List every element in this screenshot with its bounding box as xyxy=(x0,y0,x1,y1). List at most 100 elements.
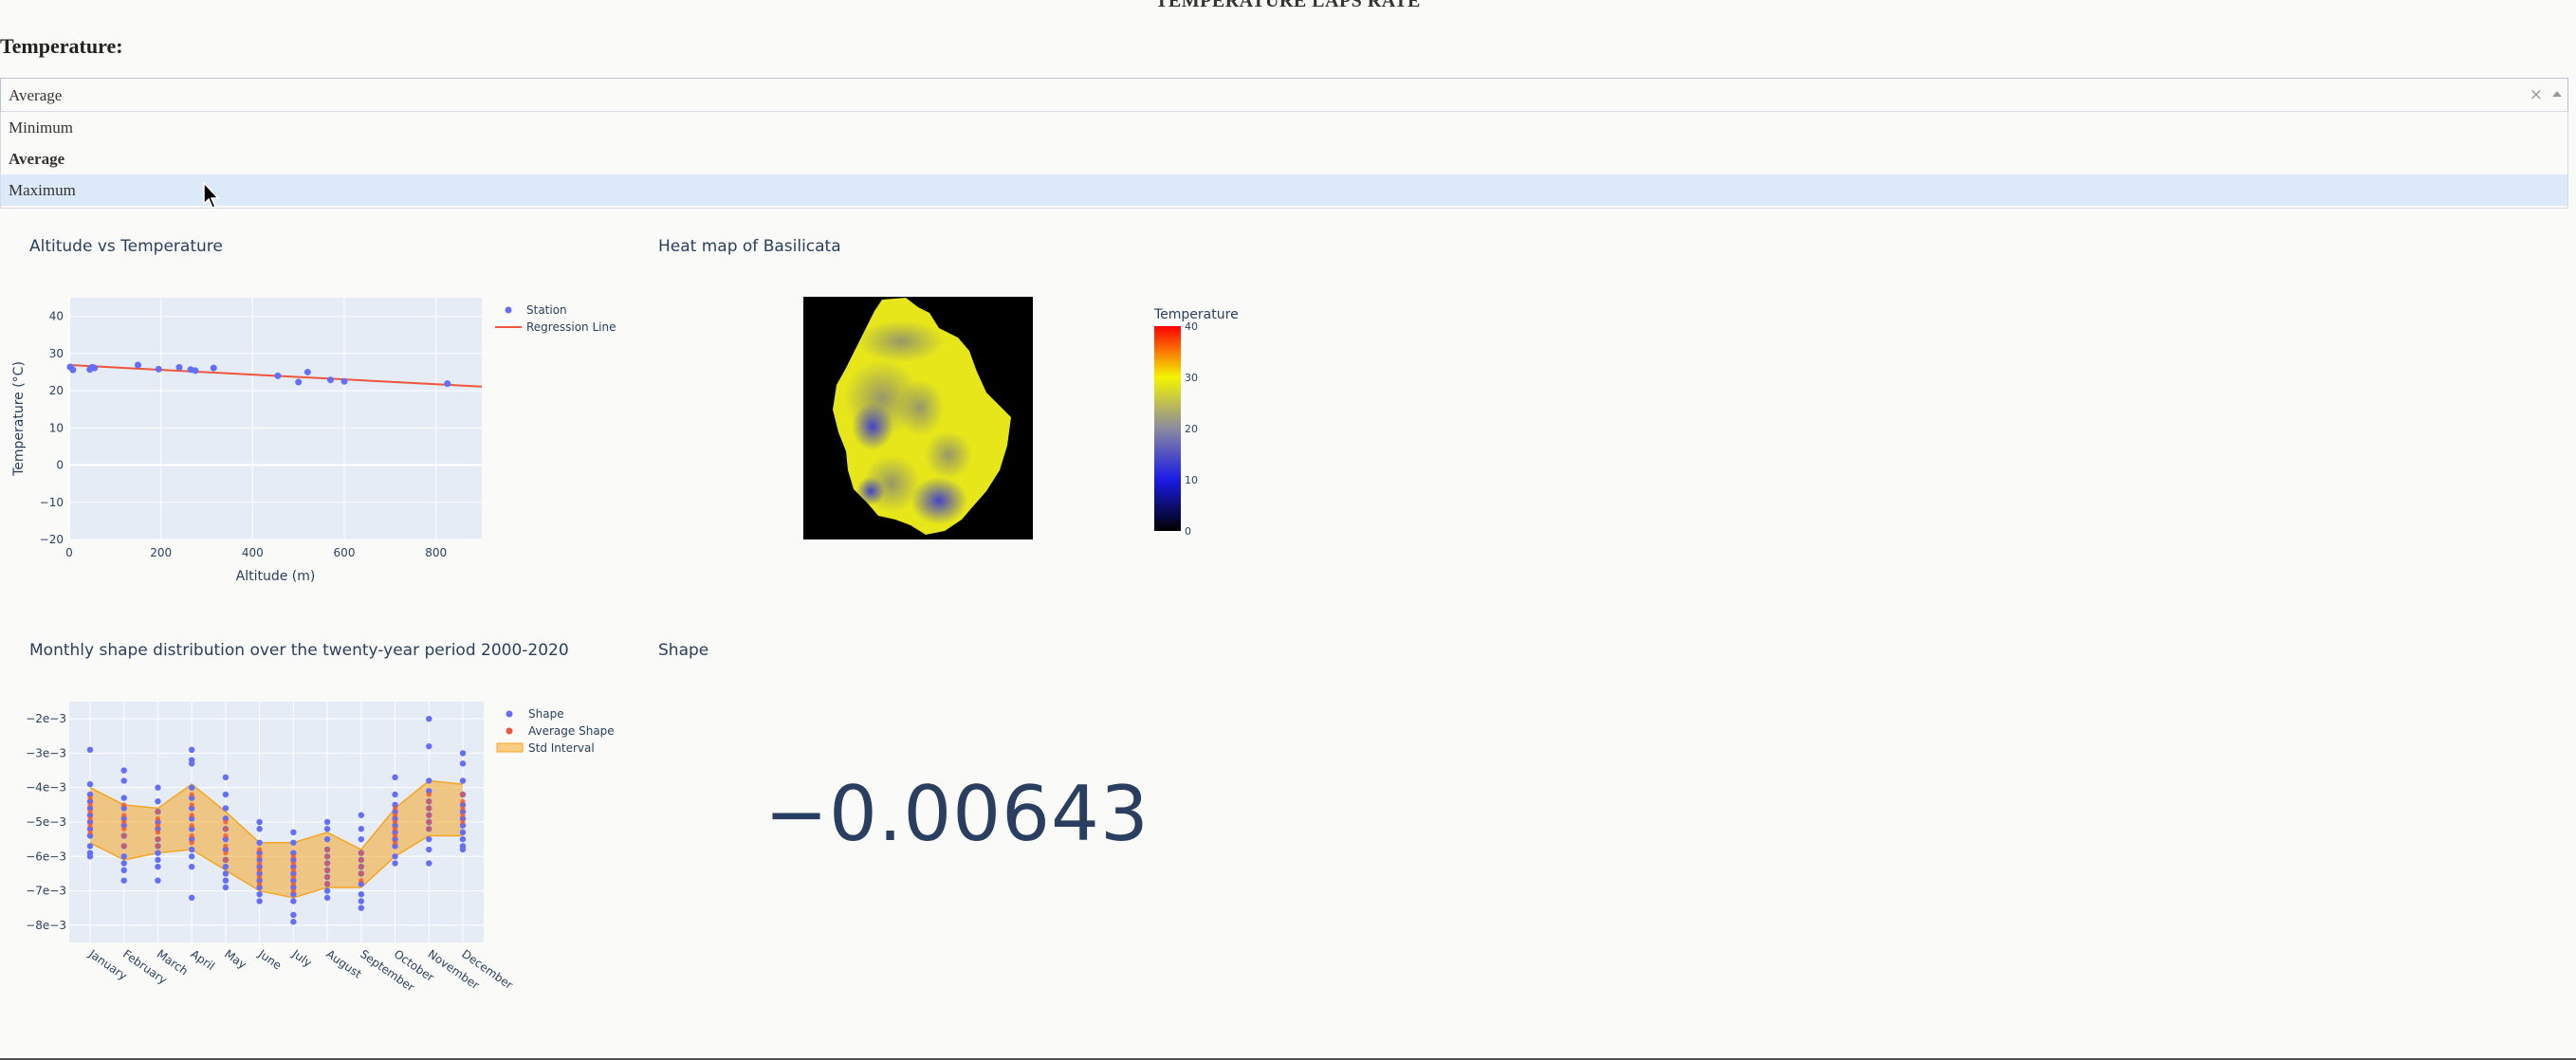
temperature-dropdown[interactable]: Average × xyxy=(0,78,2568,112)
x-tick-label: July xyxy=(289,946,315,969)
average-shape-point xyxy=(324,847,330,852)
average-shape-point xyxy=(257,853,263,859)
shape-point xyxy=(323,835,331,843)
station-point xyxy=(304,368,311,375)
y-tick-label: 40 xyxy=(49,310,64,323)
average-shape-point xyxy=(426,798,432,804)
shape-point xyxy=(426,835,432,843)
chevron-up-icon[interactable] xyxy=(2552,91,2562,97)
monthly-shape-chart[interactable]: −2e−3 −3e−3 −4e−3 −5e−3 −6e−3 −7e−3 −8e−3 Janua… xyxy=(0,688,645,992)
y-tick-label: −6e−3 xyxy=(26,850,66,863)
legend-marker-shape xyxy=(506,710,513,718)
average-shape-point xyxy=(155,815,161,821)
option-label: Minimum xyxy=(9,119,74,137)
average-shape-point xyxy=(189,792,194,797)
station-point xyxy=(340,377,348,385)
shape-point xyxy=(222,870,230,877)
dropdown-selected-value: Average xyxy=(9,86,63,104)
legend-marker-station xyxy=(505,306,512,314)
plot-title-altitude: Altitude vs Temperature xyxy=(29,237,223,256)
average-shape-point xyxy=(324,868,330,873)
shape-point xyxy=(188,746,195,753)
legend-label-std: Std Interval xyxy=(528,741,595,755)
shape-point xyxy=(459,829,467,836)
dropdown-option-average[interactable]: Average xyxy=(1,143,2567,174)
shape-point xyxy=(323,887,331,894)
shape-indicator-value: −0.00643 xyxy=(764,770,1150,858)
x-tick-label: January xyxy=(85,946,129,982)
average-shape-point xyxy=(257,860,263,867)
average-shape-point xyxy=(290,860,296,867)
average-shape-point xyxy=(290,881,296,886)
average-shape-point xyxy=(460,792,466,797)
y-tick-label: −20 xyxy=(40,533,64,546)
average-shape-point xyxy=(223,832,229,839)
average-shape-point xyxy=(257,847,263,852)
dropdown-option-maximum[interactable]: Maximum xyxy=(1,174,2567,206)
average-shape-point xyxy=(121,802,127,808)
dropdown-menu: Minimum Average Maximum xyxy=(0,112,2568,209)
shape-point xyxy=(358,891,365,898)
shape-point xyxy=(290,919,297,925)
colorbar-tick-label: 0 xyxy=(1185,525,1191,538)
legend-label-station: Station xyxy=(526,303,567,317)
shape-point xyxy=(155,856,161,864)
average-shape-point xyxy=(426,792,432,797)
average-shape-point xyxy=(189,840,194,846)
shape-point xyxy=(120,777,127,784)
heatmap-basilicata-chart[interactable]: Temperature 010203040 xyxy=(797,284,1290,559)
shape-point xyxy=(358,835,365,843)
average-shape-point xyxy=(426,819,432,825)
average-shape-point xyxy=(324,881,330,886)
plot-background xyxy=(69,298,482,539)
option-label: Maximum xyxy=(9,181,76,199)
station-point xyxy=(69,366,77,374)
average-shape-point xyxy=(155,843,161,849)
shape-point xyxy=(358,898,365,905)
average-shape-point xyxy=(257,874,263,880)
average-shape-point xyxy=(324,874,330,880)
y-tick-label: −3e−3 xyxy=(26,746,66,759)
shape-point xyxy=(86,746,94,753)
average-shape-point xyxy=(426,805,432,812)
average-shape-point xyxy=(460,805,466,812)
average-shape-point xyxy=(223,857,229,863)
average-shape-point xyxy=(460,813,466,818)
average-shape-point xyxy=(155,836,161,842)
mouse-cursor-icon xyxy=(203,182,220,209)
shape-point xyxy=(120,853,127,860)
shape-point xyxy=(358,905,365,911)
average-shape-point xyxy=(121,832,127,839)
station-point xyxy=(444,380,451,388)
y-tick-label: −2e−3 xyxy=(26,712,66,725)
average-shape-point xyxy=(359,878,364,884)
shape-point xyxy=(256,826,263,832)
shape-point xyxy=(358,826,365,832)
average-shape-point xyxy=(324,860,330,867)
dropdown-option-minimum[interactable]: Minimum xyxy=(1,112,2567,143)
average-shape-point xyxy=(359,857,364,863)
shape-point xyxy=(392,791,398,798)
station-point xyxy=(175,363,183,371)
average-shape-point xyxy=(257,868,263,873)
shape-point xyxy=(323,894,331,902)
x-tick-label: May xyxy=(222,947,248,972)
shape-point xyxy=(120,867,127,873)
average-shape-point xyxy=(87,815,93,821)
average-shape-point xyxy=(460,819,466,825)
clear-icon[interactable]: × xyxy=(2530,85,2543,104)
shape-point xyxy=(426,742,432,750)
shape-point xyxy=(459,750,467,757)
shape-point xyxy=(290,829,297,836)
y-tick-label: 20 xyxy=(49,384,64,397)
shape-point xyxy=(459,846,467,853)
shape-point xyxy=(155,877,161,884)
average-shape-point xyxy=(189,832,194,839)
shape-point xyxy=(222,863,230,870)
altitude-vs-temperature-chart[interactable]: −20−100102030400 200 400 600 800Altitude (m)… xyxy=(0,284,645,597)
colorbar-tick-label: 30 xyxy=(1185,372,1198,384)
shape-point xyxy=(155,863,161,870)
x-tick-label: June xyxy=(255,946,284,972)
average-shape-point xyxy=(121,819,127,825)
shape-point xyxy=(155,784,161,791)
